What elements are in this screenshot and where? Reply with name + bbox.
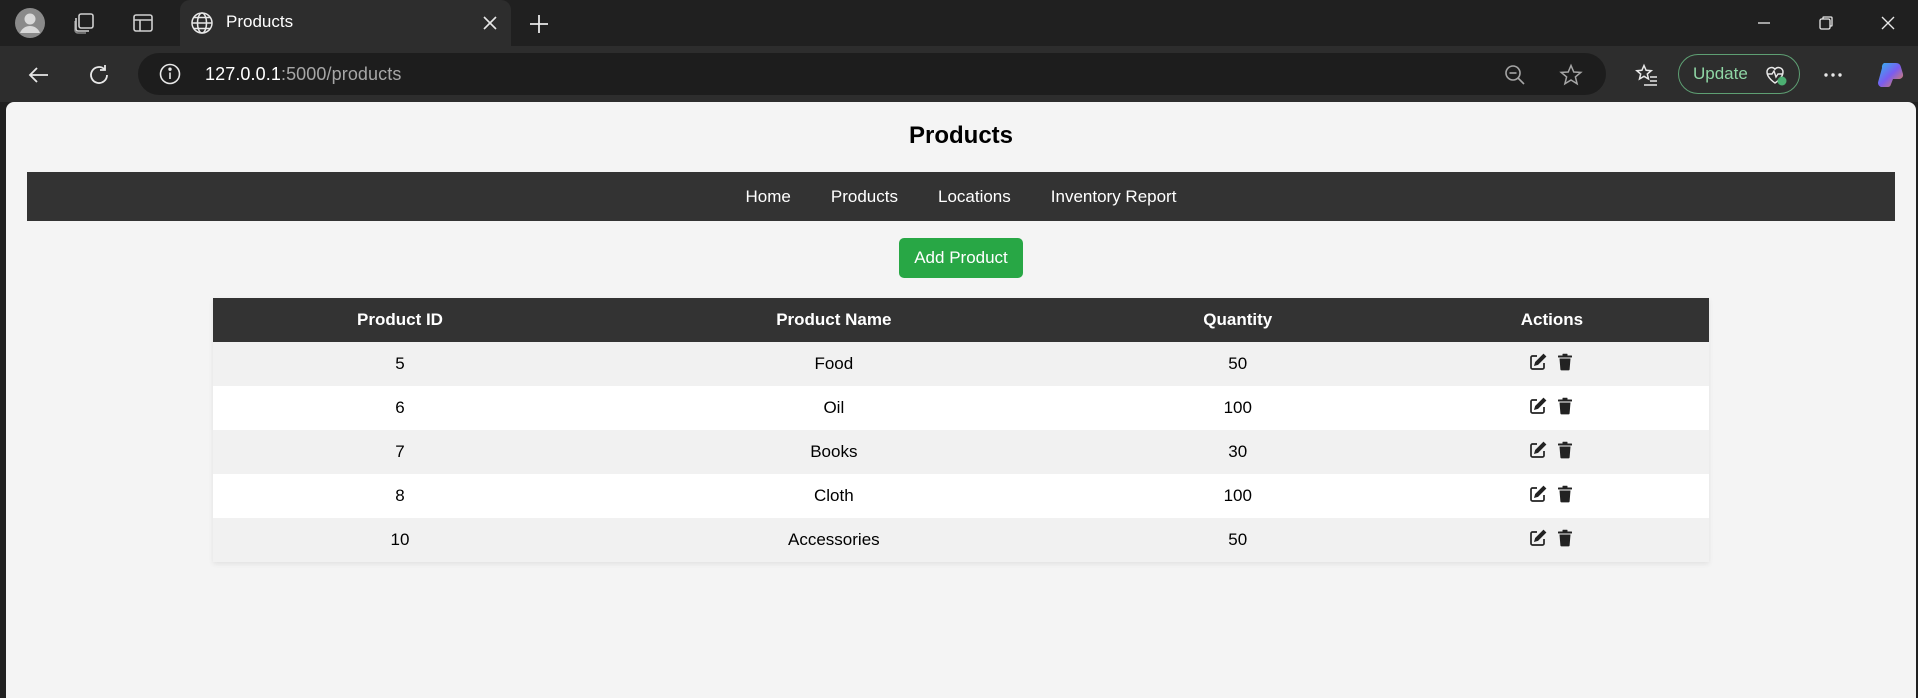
back-icon[interactable]	[22, 58, 56, 92]
nav-home[interactable]: Home	[726, 187, 811, 207]
table-row: 5 Food 50	[213, 342, 1709, 386]
nav-locations[interactable]: Locations	[918, 187, 1031, 207]
table-row: 10 Accessories 50	[213, 518, 1709, 562]
zoom-out-icon[interactable]	[1502, 62, 1528, 88]
delete-icon[interactable]	[1557, 441, 1575, 459]
cell-actions	[1394, 342, 1709, 386]
url-host: 127.0.0.1	[205, 64, 281, 84]
page-title: Products	[908, 122, 1013, 149]
update-button[interactable]: Update	[1678, 54, 1800, 94]
url-path: :5000/products	[280, 64, 402, 84]
browser-toolbar: 127.0.0.1:5000/products Update	[0, 46, 1918, 102]
refresh-icon[interactable]	[82, 58, 116, 92]
cell-product-name: Oil	[587, 386, 1081, 430]
cell-product-id: 7	[213, 430, 587, 474]
edit-icon[interactable]	[1529, 397, 1547, 415]
delete-icon[interactable]	[1557, 529, 1575, 547]
tab-title: Products	[226, 12, 294, 31]
table-header-row: Product ID Product Name Quantity Actions	[213, 298, 1709, 342]
cell-quantity: 30	[1080, 430, 1395, 474]
table-body: 5 Food 50 6 Oil 100 7 Books 30 8 Cloth 100 10 Accesso…	[213, 342, 1709, 562]
restore-icon[interactable]	[1796, 0, 1856, 46]
cell-product-name: Cloth	[587, 474, 1081, 518]
cell-quantity: 50	[1080, 342, 1395, 386]
favorite-star-icon[interactable]	[1558, 62, 1584, 88]
cell-product-name: Accessories	[587, 518, 1081, 562]
url-text[interactable]: 127.0.0.1:5000/products	[205, 64, 401, 85]
delete-icon[interactable]	[1557, 353, 1575, 371]
cell-product-name: Food	[587, 342, 1081, 386]
cell-quantity: 50	[1080, 518, 1395, 562]
favorites-list-icon[interactable]	[1630, 58, 1664, 92]
cell-actions	[1394, 474, 1709, 518]
copilot-icon[interactable]	[1873, 58, 1907, 92]
browser-tab-bar: Products	[0, 0, 1918, 47]
cell-quantity: 100	[1080, 386, 1395, 430]
header-product-name: Product Name	[587, 298, 1081, 342]
tab-actions-icon[interactable]	[127, 7, 159, 39]
active-tab[interactable]: Products	[180, 0, 511, 47]
cell-quantity: 100	[1080, 474, 1395, 518]
products-table: Product ID Product Name Quantity Actions…	[213, 298, 1709, 562]
cell-actions	[1394, 518, 1709, 562]
update-label: Update	[1693, 64, 1748, 83]
main-navbar: Home Products Locations Inventory Report	[27, 172, 1895, 221]
globe-icon	[190, 11, 214, 35]
close-window-icon[interactable]	[1858, 0, 1918, 46]
more-options-icon[interactable]	[1816, 58, 1850, 92]
profile-avatar-icon[interactable]	[14, 7, 46, 39]
new-tab-icon[interactable]	[524, 9, 554, 39]
table-row: 8 Cloth 100	[213, 474, 1709, 518]
edit-icon[interactable]	[1529, 441, 1547, 459]
cell-actions	[1394, 430, 1709, 474]
add-product-button[interactable]: Add Product	[899, 238, 1023, 278]
edit-icon[interactable]	[1529, 485, 1547, 503]
header-quantity: Quantity	[1080, 298, 1395, 342]
header-product-id: Product ID	[213, 298, 587, 342]
header-actions: Actions	[1394, 298, 1709, 342]
page-viewport: Products Home Products Locations Invento…	[6, 102, 1916, 698]
cell-product-id: 8	[213, 474, 587, 518]
cell-actions	[1394, 386, 1709, 430]
cell-product-name: Books	[587, 430, 1081, 474]
address-bar[interactable]: 127.0.0.1:5000/products	[138, 53, 1606, 95]
delete-icon[interactable]	[1557, 485, 1575, 503]
minimize-icon[interactable]	[1734, 0, 1794, 46]
health-heart-icon	[1763, 63, 1787, 87]
cell-product-id: 6	[213, 386, 587, 430]
table-row: 7 Books 30	[213, 430, 1709, 474]
site-info-icon[interactable]	[158, 62, 182, 86]
nav-inventory-report[interactable]: Inventory Report	[1031, 187, 1197, 207]
nav-products[interactable]: Products	[811, 187, 918, 207]
edit-icon[interactable]	[1529, 529, 1547, 547]
delete-icon[interactable]	[1557, 397, 1575, 415]
table-row: 6 Oil 100	[213, 386, 1709, 430]
workspaces-icon[interactable]	[68, 7, 100, 39]
close-tab-icon[interactable]	[479, 12, 501, 34]
edit-icon[interactable]	[1529, 353, 1547, 371]
cell-product-id: 5	[213, 342, 587, 386]
cell-product-id: 10	[213, 518, 587, 562]
